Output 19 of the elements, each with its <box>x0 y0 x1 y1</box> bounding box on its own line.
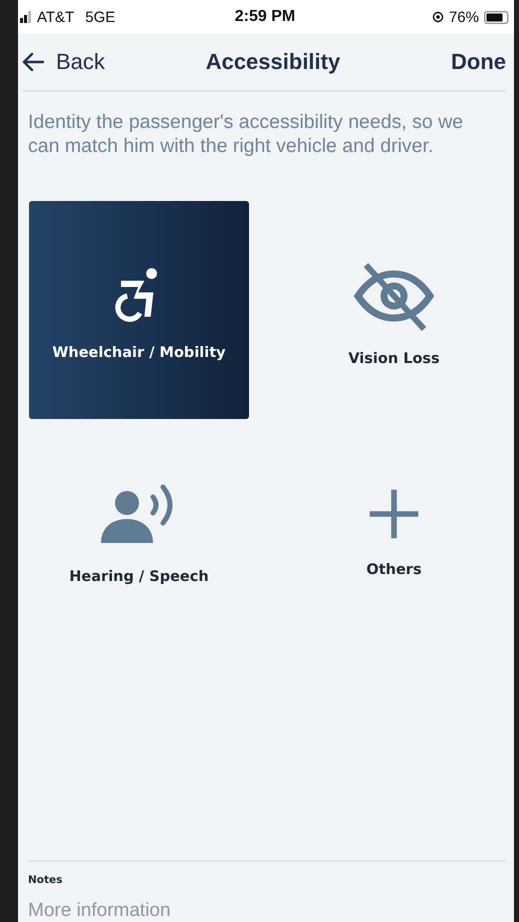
accessibility-option[interactable]: Others <box>284 419 504 637</box>
network-type: 5GE <box>85 8 116 26</box>
notes-label: Notes <box>28 874 62 886</box>
notes-input[interactable]: More information <box>28 886 506 922</box>
accessibility-option[interactable]: Vision Loss <box>284 201 504 419</box>
battery-icon <box>484 10 510 24</box>
battery-percent: 76% <box>448 8 479 26</box>
back-button[interactable]: Back <box>22 49 105 75</box>
screen-title: Accessibility <box>206 49 340 75</box>
eye-slash-icon <box>352 261 436 331</box>
back-arrow-icon <box>22 53 44 71</box>
accessibility-option[interactable]: Hearing / Speech <box>29 419 249 637</box>
rotation-lock-icon <box>432 11 444 23</box>
carrier-name: AT&T <box>37 8 74 26</box>
signal-icon <box>20 11 32 23</box>
accessibility-option[interactable]: Wheelchair / Mobility <box>29 201 249 419</box>
done-button[interactable]: Done <box>451 49 506 75</box>
clock-time: 2:59 PM <box>234 8 296 26</box>
description-text: Identity the passenger's accessibility needs, so we can match him with the right vehicle and driver. <box>28 110 464 158</box>
